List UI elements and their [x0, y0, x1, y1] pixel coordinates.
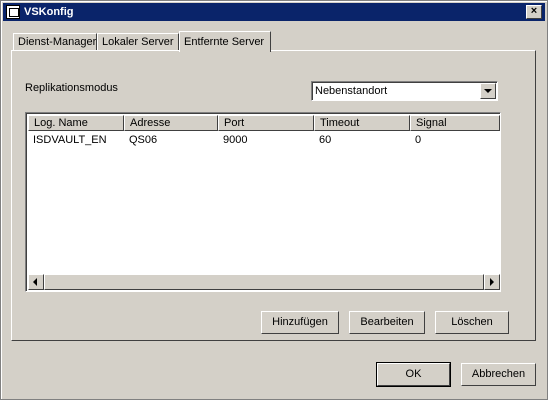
- cell-timeout: 60: [319, 134, 332, 146]
- app-icon: [6, 5, 20, 19]
- ok-button[interactable]: OK: [376, 362, 451, 387]
- scrollbar-thumb[interactable]: [44, 274, 484, 290]
- column-header-timeout[interactable]: Timeout: [314, 115, 410, 131]
- window-title: VSKonfig: [24, 6, 74, 18]
- replication-mode-value: Nebenstandort: [315, 85, 388, 97]
- column-header-log-name[interactable]: Log. Name: [28, 115, 124, 131]
- cell-adresse: QS06: [129, 134, 158, 146]
- replication-mode-select[interactable]: Nebenstandort: [311, 81, 498, 101]
- title-bar: VSKonfig ×: [3, 3, 545, 21]
- tab-lokaler-server[interactable]: Lokaler Server: [97, 33, 179, 51]
- dialog-window: VSKonfig × Dienst-Manager Lokaler Server…: [0, 0, 548, 400]
- close-button[interactable]: ×: [526, 5, 542, 19]
- add-button[interactable]: Hinzufügen: [261, 311, 339, 334]
- column-header-adresse[interactable]: Adresse: [124, 115, 218, 131]
- cell-signal: 0: [415, 134, 422, 146]
- tab-entfernte-server[interactable]: Entfernte Server: [179, 31, 271, 52]
- delete-button[interactable]: Löschen: [435, 311, 509, 334]
- server-list[interactable]: Log. Name Adresse Port Timeout Signal IS…: [25, 112, 501, 292]
- edit-button[interactable]: Bearbeiten: [349, 311, 425, 334]
- cell-port: 9000: [223, 134, 248, 146]
- cancel-button[interactable]: Abbrechen: [461, 363, 536, 386]
- replication-label: Replikationsmodus: [25, 82, 118, 94]
- cell-log-name: ISDVAULT_EN: [33, 134, 107, 146]
- column-header-signal[interactable]: Signal: [410, 115, 500, 131]
- column-header-port[interactable]: Port: [218, 115, 314, 131]
- chevron-down-icon[interactable]: [480, 83, 496, 99]
- table-row[interactable]: ISDVAULT_EN QS06 9000 60 0: [28, 133, 500, 148]
- list-header: Log. Name Adresse Port Timeout Signal: [28, 115, 500, 131]
- arrow-right-icon[interactable]: [484, 274, 500, 290]
- horizontal-scrollbar[interactable]: [28, 274, 500, 290]
- tab-dienst-manager[interactable]: Dienst-Manager: [13, 33, 97, 51]
- arrow-left-icon[interactable]: [28, 274, 44, 290]
